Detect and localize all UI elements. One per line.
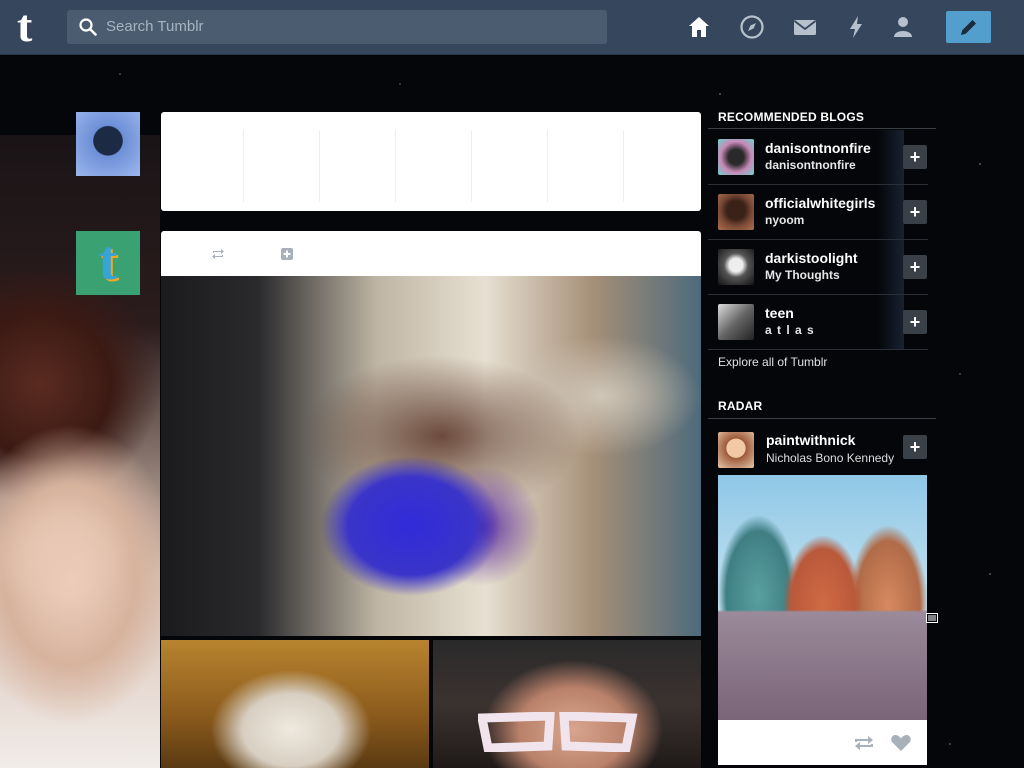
divider: [708, 418, 936, 419]
radar-title: RADAR: [718, 399, 763, 413]
reblog-icon[interactable]: [211, 247, 225, 261]
follow-button[interactable]: +: [903, 255, 927, 279]
add-icon[interactable]: [280, 247, 294, 261]
explore-all-link[interactable]: Explore all of Tumblr: [718, 355, 827, 369]
post-type-divider: [243, 130, 244, 202]
blog-avatar[interactable]: [718, 432, 754, 468]
blog-avatar[interactable]: t: [76, 231, 140, 295]
recommended-blogs-title: RECOMMENDED BLOGS: [718, 110, 865, 124]
search-placeholder: Search Tumblr: [106, 18, 204, 35]
explore-icon[interactable]: [739, 14, 765, 40]
blog-avatar[interactable]: [718, 304, 754, 340]
blog-name[interactable]: teen: [765, 305, 794, 321]
compose-post-button[interactable]: [946, 11, 991, 43]
blog-name[interactable]: darkistoolight: [765, 250, 858, 266]
post-photo[interactable]: [161, 276, 701, 636]
fade-overlay: [878, 295, 904, 349]
blog-avatar[interactable]: [718, 194, 754, 230]
recommended-blog-item[interactable]: officialwhitegirls nyoom +: [708, 185, 928, 240]
post-type-bar[interactable]: [161, 112, 701, 211]
recommended-blog-item[interactable]: teen a t l a s +: [708, 295, 928, 350]
user-avatar[interactable]: [76, 112, 140, 176]
blog-name[interactable]: danisontnonfire: [765, 140, 871, 156]
pencil-icon: [961, 20, 976, 35]
reblog-icon[interactable]: [853, 734, 875, 752]
post-type-divider: [319, 130, 320, 202]
follow-button[interactable]: +: [903, 435, 927, 459]
inbox-icon[interactable]: [792, 14, 818, 40]
blog-name[interactable]: paintwithnick: [766, 432, 855, 448]
keyboard-icon: [926, 613, 938, 623]
blog-avatar[interactable]: [718, 139, 754, 175]
follow-button[interactable]: +: [903, 145, 927, 169]
photo-detail: [478, 712, 638, 752]
recommended-blog-item[interactable]: danisontnonfire danisontnonfire +: [708, 130, 928, 185]
like-icon[interactable]: [890, 734, 912, 752]
post-photo[interactable]: [161, 640, 429, 768]
blog-title: danisontnonfire: [765, 158, 856, 172]
post-type-divider: [471, 130, 472, 202]
radar-blog-header[interactable]: paintwithnick Nicholas Bono Kennedy +: [708, 430, 928, 470]
account-icon[interactable]: [890, 14, 916, 40]
follow-button[interactable]: +: [903, 310, 927, 334]
blog-title: a t l a s: [765, 323, 815, 337]
search-input[interactable]: Search Tumblr: [67, 10, 607, 44]
fade-overlay: [878, 130, 904, 184]
post-type-divider: [395, 130, 396, 202]
post-type-divider: [623, 130, 624, 202]
radar-post-footer: [718, 720, 927, 765]
divider: [708, 128, 936, 129]
activity-icon[interactable]: [843, 14, 869, 40]
recommended-blog-item[interactable]: darkistoolight My Thoughts +: [708, 240, 928, 295]
post-type-divider: [547, 130, 548, 202]
follow-button[interactable]: +: [903, 200, 927, 224]
tumblr-logo[interactable]: t: [17, 3, 47, 49]
blog-name[interactable]: officialwhitegirls: [765, 195, 875, 211]
post-header: [161, 231, 701, 276]
blog-title: nyoom: [765, 213, 805, 227]
fade-overlay: [878, 185, 904, 239]
top-navigation-bar: t Search Tumblr: [0, 0, 1024, 55]
radar-post-image[interactable]: [718, 475, 927, 720]
recommended-blogs-list: danisontnonfire danisontnonfire + offici…: [708, 130, 928, 350]
blog-title: My Thoughts: [765, 268, 840, 282]
background-photo: [0, 135, 160, 768]
blog-avatar[interactable]: [718, 249, 754, 285]
blog-title: Nicholas Bono Kennedy: [766, 451, 895, 465]
search-icon: [79, 18, 97, 36]
home-icon[interactable]: [686, 14, 712, 40]
fade-overlay: [878, 240, 904, 294]
